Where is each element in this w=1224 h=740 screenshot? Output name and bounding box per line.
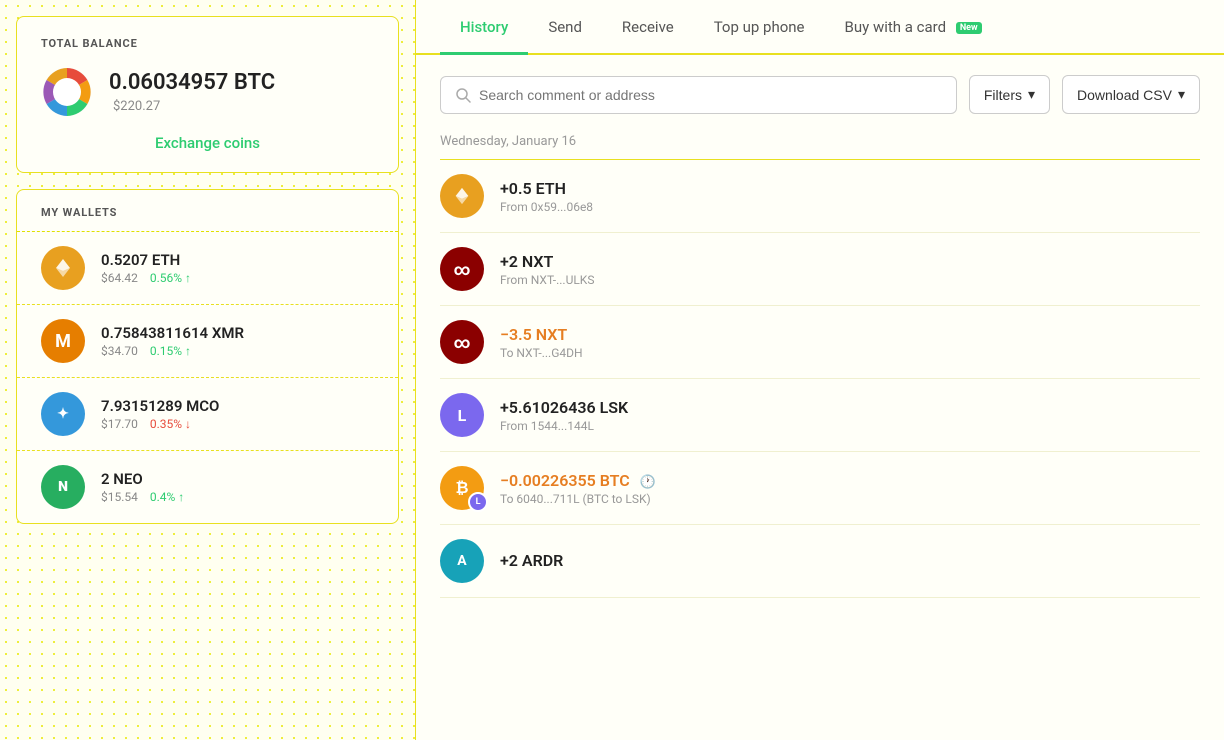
- tab-send[interactable]: Send: [528, 0, 602, 55]
- mco-bottom: $17.70 0.35% ↓: [101, 417, 374, 431]
- xmr-icon: M: [41, 319, 85, 363]
- lsk-amount: +5.61026436 LSK: [500, 398, 1200, 417]
- right-panel: History Send Receive Top up phone Buy wi…: [415, 0, 1224, 740]
- eth-bottom: $64.42 0.56% ↑: [101, 271, 374, 285]
- nxt-out-amount: −3.5 NXT: [500, 325, 1200, 344]
- search-input[interactable]: [479, 87, 942, 103]
- search-icon: [455, 87, 471, 103]
- eth-tx-info: +0.5 ETH From 0x59...06e8: [500, 179, 1200, 214]
- neo-wallet-info: 2 NEO $15.54 0.4% ↑: [101, 470, 374, 504]
- nxt-out-info: −3.5 NXT To NXT-...G4DH: [500, 325, 1200, 360]
- tx-item-nxt-in[interactable]: ∞ +2 NXT From NXT-...ULKS: [440, 233, 1200, 306]
- eth-tx-icon: [440, 174, 484, 218]
- xmr-usd: $34.70: [101, 344, 138, 358]
- filters-label: Filters: [984, 87, 1022, 103]
- total-balance-label: TOTAL BALANCE: [41, 37, 374, 50]
- eth-tx-sub: From 0x59...06e8: [500, 200, 1200, 214]
- content-area: Filters ▾ Download CSV ▾ Wednesday, Janu…: [416, 55, 1224, 740]
- tx-item-ardr[interactable]: A +2 ARDR: [440, 525, 1200, 598]
- mco-change: 0.35% ↓: [150, 417, 191, 431]
- eth-wallet-info: 0.5207 ETH $64.42 0.56% ↑: [101, 251, 374, 285]
- total-balance-card: TOTAL BALANCE 0.06034957 BTC $220.27 Exc…: [16, 16, 399, 173]
- chevron-down-icon: ▾: [1028, 86, 1035, 103]
- clock-icon: 🕐: [640, 475, 656, 490]
- neo-change: 0.4% ↑: [150, 490, 184, 504]
- wallet-item-xmr[interactable]: M 0.75843811614 XMR $34.70 0.15% ↑: [17, 305, 398, 378]
- left-panel: TOTAL BALANCE 0.06034957 BTC $220.27 Exc…: [0, 0, 415, 740]
- tab-buy[interactable]: Buy with a card New: [825, 0, 1002, 55]
- tx-item-btc-lsk[interactable]: ₿ L −0.00226355 BTC 🕐 To 6040...711L (BT…: [440, 452, 1200, 525]
- eth-tx-amount: +0.5 ETH: [500, 179, 1200, 198]
- ardr-info: +2 ARDR: [500, 551, 1200, 572]
- mco-usd: $17.70: [101, 417, 138, 431]
- eth-usd: $64.42: [101, 271, 138, 285]
- nxt-out-icon: ∞: [440, 320, 484, 364]
- mco-icon: ✦: [41, 392, 85, 436]
- tab-topup[interactable]: Top up phone: [694, 0, 825, 55]
- nxt-in-sub: From NXT-...ULKS: [500, 273, 1200, 287]
- ardr-amount: +2 ARDR: [500, 551, 1200, 570]
- btc-amount: 0.06034957 BTC: [109, 70, 275, 95]
- xmr-bottom: $34.70 0.15% ↑: [101, 344, 374, 358]
- nxt-in-amount: +2 NXT: [500, 252, 1200, 271]
- nxt-in-info: +2 NXT From NXT-...ULKS: [500, 252, 1200, 287]
- neo-amount: 2 NEO: [101, 470, 374, 488]
- btc-usd: $220.27: [113, 99, 160, 114]
- eth-icon: [41, 246, 85, 290]
- csv-label: Download CSV: [1077, 87, 1172, 103]
- eth-change: 0.56% ↑: [150, 271, 191, 285]
- btc-lsk-sub: To 6040...711L (BTC to LSK): [500, 492, 1200, 506]
- xmr-wallet-info: 0.75843811614 XMR $34.70 0.15% ↑: [101, 324, 374, 358]
- tx-item-nxt-out[interactable]: ∞ −3.5 NXT To NXT-...G4DH: [440, 306, 1200, 379]
- xmr-amount: 0.75843811614 XMR: [101, 324, 374, 342]
- my-wallets-card: MY WALLETS 0.5207 ETH $64.42 0.56% ↑ M: [16, 189, 399, 524]
- eth-amount: 0.5207 ETH: [101, 251, 374, 269]
- tx-item-eth[interactable]: +0.5 ETH From 0x59...06e8: [440, 160, 1200, 233]
- lsk-info: +5.61026436 LSK From 1544...144L: [500, 398, 1200, 433]
- my-wallets-header: MY WALLETS: [17, 190, 398, 232]
- wallet-item-neo[interactable]: N 2 NEO $15.54 0.4% ↑: [17, 451, 398, 523]
- tab-receive[interactable]: Receive: [602, 0, 694, 55]
- chevron-down-icon-csv: ▾: [1178, 86, 1185, 103]
- ardr-icon: A: [440, 539, 484, 583]
- mco-amount: 7.93151289 MCO: [101, 397, 374, 415]
- btc-icon: [41, 66, 93, 118]
- btc-lsk-icon: ₿ L: [440, 466, 484, 510]
- search-filter-row: Filters ▾ Download CSV ▾: [440, 75, 1200, 114]
- tabs-bar: History Send Receive Top up phone Buy wi…: [416, 0, 1224, 55]
- wallet-item-mco[interactable]: ✦ 7.93151289 MCO $17.70 0.35% ↓: [17, 378, 398, 451]
- balance-row: 0.06034957 BTC $220.27: [41, 66, 374, 118]
- xmr-change: 0.15% ↑: [150, 344, 191, 358]
- btc-lsk-info: −0.00226355 BTC 🕐 To 6040...711L (BTC to…: [500, 471, 1200, 506]
- neo-icon: N: [41, 465, 85, 509]
- neo-bottom: $15.54 0.4% ↑: [101, 490, 374, 504]
- lsk-overlay-icon: L: [468, 492, 488, 512]
- mco-wallet-info: 7.93151289 MCO $17.70 0.35% ↓: [101, 397, 374, 431]
- btc-lsk-amount: −0.00226355 BTC 🕐: [500, 471, 1200, 490]
- date-group-label: Wednesday, January 16: [440, 134, 1200, 149]
- neo-usd: $15.54: [101, 490, 138, 504]
- download-csv-button[interactable]: Download CSV ▾: [1062, 75, 1200, 114]
- wallet-item-eth[interactable]: 0.5207 ETH $64.42 0.56% ↑: [17, 232, 398, 305]
- exchange-coins-button[interactable]: Exchange coins: [41, 134, 374, 152]
- filters-button[interactable]: Filters ▾: [969, 75, 1050, 114]
- new-badge: New: [956, 22, 982, 34]
- nxt-out-sub: To NXT-...G4DH: [500, 346, 1200, 360]
- lsk-sub: From 1544...144L: [500, 419, 1200, 433]
- search-box[interactable]: [440, 76, 957, 114]
- balance-text: 0.06034957 BTC $220.27: [109, 70, 275, 114]
- lsk-icon: L: [440, 393, 484, 437]
- tx-item-lsk[interactable]: L +5.61026436 LSK From 1544...144L: [440, 379, 1200, 452]
- nxt-in-icon: ∞: [440, 247, 484, 291]
- tab-history[interactable]: History: [440, 0, 528, 55]
